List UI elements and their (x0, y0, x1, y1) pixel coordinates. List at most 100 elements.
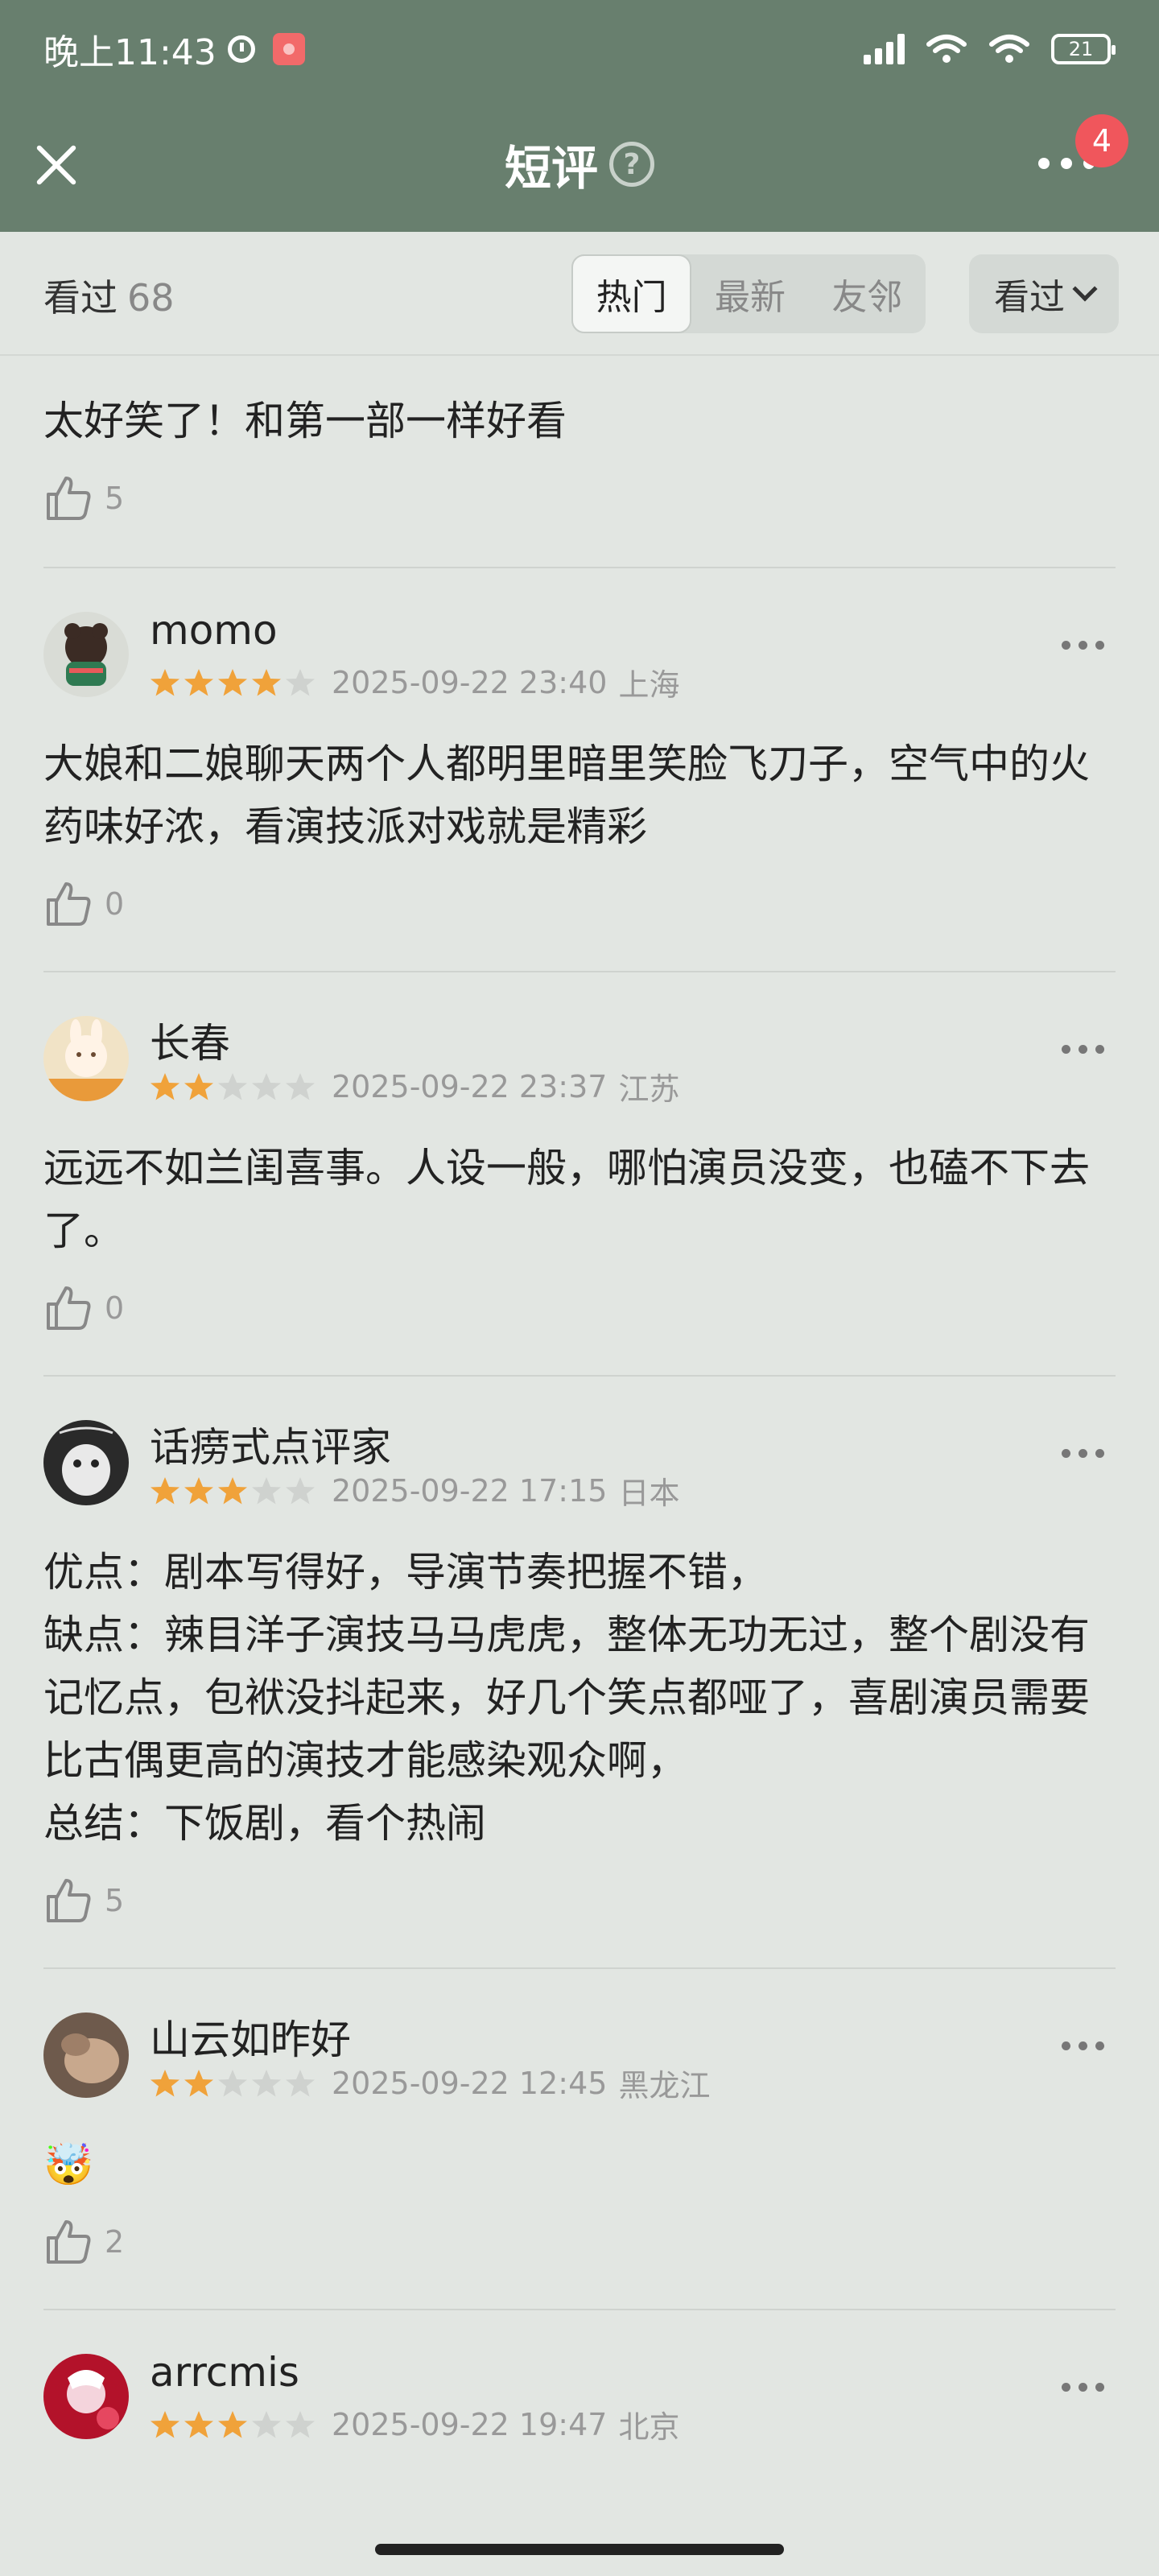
review-more-icon[interactable] (1062, 1045, 1104, 1054)
wifi-icon (926, 33, 967, 65)
like-button[interactable]: 5 (43, 470, 1116, 526)
review-item: 话痨式点评家 2025-09-22 17:15 日本 优点：剧本写得好，导演节奏… (43, 1412, 1116, 1969)
help-icon[interactable]: ? (609, 142, 654, 187)
avatar[interactable] (43, 612, 129, 697)
thumbs-up-icon (47, 1286, 91, 1330)
username[interactable]: 话痨式点评家 (150, 1415, 391, 1473)
page-title: 短评 (504, 141, 598, 196)
review-location: 日本 (618, 1476, 680, 1511)
avatar[interactable] (43, 1016, 129, 1101)
like-button[interactable]: 0 (43, 1280, 1116, 1336)
star-filled-icon (184, 2410, 213, 2438)
sort-tabs: 热门 最新 友邻 (571, 254, 926, 333)
review-date: 2025-09-22 23:40 (332, 664, 608, 700)
review-more-icon[interactable] (1062, 641, 1104, 650)
review-more-icon[interactable] (1062, 2383, 1104, 2392)
screen-record-icon (272, 33, 305, 65)
like-button[interactable]: 0 (43, 876, 1116, 932)
battery-level: 21 (1068, 38, 1094, 60)
avatar[interactable] (43, 2013, 129, 2098)
rating-stars (150, 2409, 316, 2440)
rating-stars (150, 1071, 316, 1102)
star-filled-icon (184, 2069, 213, 2096)
review-content: 大娘和二娘聊天两个人都明里暗里笑脸飞刀子，空气中的火药味好浓，看演技派对戏就是精… (43, 741, 1090, 850)
review-location: 黑龙江 (618, 2068, 711, 2103)
review-date: 2025-09-22 23:37 (332, 1068, 608, 1104)
rating-stars (150, 2068, 316, 2099)
avatar[interactable] (43, 2354, 129, 2439)
watched-dropdown[interactable]: 看过 (969, 254, 1119, 333)
star-filled-icon (218, 2410, 247, 2438)
filter-bar: 看过 68 热门 最新 友邻 看过 (0, 232, 1159, 356)
home-indicator[interactable] (375, 2544, 784, 2555)
notification-badge: 4 (1075, 114, 1128, 167)
review-content: 太好笑了！和第一部一样好看 (43, 398, 567, 444)
review-date: 2025-09-22 17:15 (332, 1472, 608, 1509)
wifi-2-icon (988, 33, 1030, 65)
star-empty-icon (286, 668, 315, 696)
tab-friends[interactable]: 友邻 (809, 254, 926, 333)
star-filled-icon (151, 1476, 179, 1504)
star-empty-icon (252, 2410, 281, 2438)
review-location: 上海 (618, 667, 680, 703)
watched-count: 看过 68 (43, 276, 175, 320)
star-empty-icon (286, 1072, 315, 1100)
battery-icon: 21 (1051, 34, 1116, 64)
status-time: 晚上11:43 (43, 32, 217, 73)
star-filled-icon (184, 668, 213, 696)
review-item: 长春 2025-09-22 23:37 江苏 远远不如兰闺喜事。人设一般，哪怕演… (43, 1008, 1116, 1377)
star-filled-icon (252, 668, 281, 696)
star-filled-icon (151, 1072, 179, 1100)
chevron-down-icon (1072, 276, 1098, 302)
alarm-icon (227, 35, 255, 63)
star-filled-icon (151, 2410, 179, 2438)
nav-bar: 短评 ? 4 (0, 98, 1159, 232)
review-content: 🤯 (43, 2141, 94, 2188)
thumbs-up-icon (47, 477, 91, 520)
rating-stars (150, 1476, 316, 1506)
tab-latest[interactable]: 最新 (691, 254, 808, 333)
review-content: 优点：剧本写得好，导演节奏把握不错， 缺点：辣目洋子演技马马虎虎，整体无功无过，… (43, 1549, 1090, 1847)
star-filled-icon (184, 1072, 213, 1100)
review-item: 太好笑了！和第一部一样好看 5 (43, 390, 1116, 568)
username[interactable]: 山云如昨好 (150, 2008, 351, 2066)
star-empty-icon (252, 1476, 281, 1504)
username[interactable]: 长春 (150, 1011, 230, 1069)
username[interactable]: momo (150, 607, 278, 654)
star-filled-icon (218, 668, 247, 696)
status-bar: 晚上11:43 21 (0, 0, 1159, 98)
review-list: 太好笑了！和第一部一样好看 5 momo 2025-09-22 23:40 上海… (0, 357, 1159, 2450)
review-more-icon[interactable] (1062, 2041, 1104, 2050)
like-button[interactable]: 2 (43, 2214, 1116, 2270)
like-count: 0 (105, 886, 125, 922)
username[interactable]: arrcmis (150, 2349, 299, 2396)
review-date: 2025-09-22 12:45 (332, 2065, 608, 2101)
like-count: 5 (105, 1883, 125, 1918)
like-count: 0 (105, 1290, 125, 1326)
star-empty-icon (218, 1072, 247, 1100)
avatar[interactable] (43, 1420, 129, 1505)
star-filled-icon (151, 2069, 179, 2096)
rating-stars (150, 667, 316, 698)
thumbs-up-icon (47, 882, 91, 926)
review-location: 北京 (618, 2409, 680, 2445)
like-button[interactable]: 5 (43, 1872, 1116, 1929)
review-item: 山云如昨好 2025-09-22 12:45 黑龙江 🤯 2 (43, 2004, 1116, 2310)
star-empty-icon (286, 1476, 315, 1504)
like-count: 5 (105, 481, 125, 516)
star-empty-icon (252, 1072, 281, 1100)
review-item: momo 2025-09-22 23:40 上海 大娘和二娘聊天两个人都明里暗里… (43, 604, 1116, 972)
tab-hot[interactable]: 热门 (571, 254, 692, 333)
review-location: 江苏 (618, 1071, 680, 1107)
signal-icon (864, 34, 905, 64)
like-count: 2 (105, 2224, 125, 2260)
star-empty-icon (286, 2410, 315, 2438)
star-empty-icon (286, 2069, 315, 2096)
star-empty-icon (252, 2069, 281, 2096)
star-filled-icon (184, 1476, 213, 1504)
star-filled-icon (151, 668, 179, 696)
review-item: arrcmis 2025-09-22 19:47 北京 (43, 2346, 1116, 2450)
review-more-icon[interactable] (1062, 1449, 1104, 1458)
star-filled-icon (218, 1476, 247, 1504)
thumbs-up-icon (47, 1879, 91, 1922)
